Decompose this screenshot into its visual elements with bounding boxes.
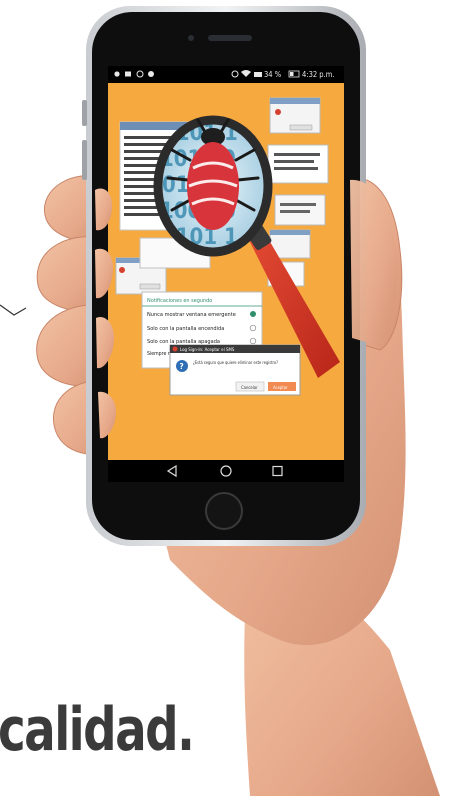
svg-text:Aceptar: Aceptar [273, 385, 288, 390]
confirm-dialog: Log Sign-In: Aceptar el SMS ? ¿Está segu… [169, 344, 301, 396]
option-label-2: Solo con la pantalla apagada [147, 339, 220, 345]
front-camera-icon [188, 35, 194, 41]
radio-selected-icon[interactable] [250, 311, 256, 317]
option-label-0: Nunca mostrar ventana emergente [147, 312, 236, 318]
thumb-overlap [350, 179, 398, 346]
bg-window-right [267, 144, 329, 184]
svg-text:Cancelar: Cancelar [241, 385, 258, 390]
caption-text: calidad. [0, 695, 195, 765]
image-icon [125, 71, 131, 77]
confirm-dialog-title: Log Sign-In: Aceptar el SMS [180, 347, 235, 353]
cell-signal-icon [254, 72, 262, 77]
earpiece [208, 35, 252, 41]
svg-text:?: ? [180, 362, 184, 371]
photo-scene: 0101 1 1010 0 0110 1 1001 0 1101 1 [0, 6, 440, 796]
confirm-dialog-message: ¿Está seguro que quiere eliminar este re… [193, 360, 278, 365]
nav-bar [108, 460, 344, 482]
option-label-1: Solo con la pantalla encendida [147, 326, 224, 332]
status-time: 4:32 p.m. [302, 70, 334, 79]
settings-dialog-title: Notificaciones en segundo [147, 298, 212, 304]
whatsapp-icon [148, 71, 154, 77]
app-icon [172, 346, 178, 352]
signal-icon [114, 71, 120, 77]
pointer-line [0, 304, 27, 316]
battery-percent: 34 % [264, 70, 282, 79]
home-button[interactable] [205, 492, 243, 530]
